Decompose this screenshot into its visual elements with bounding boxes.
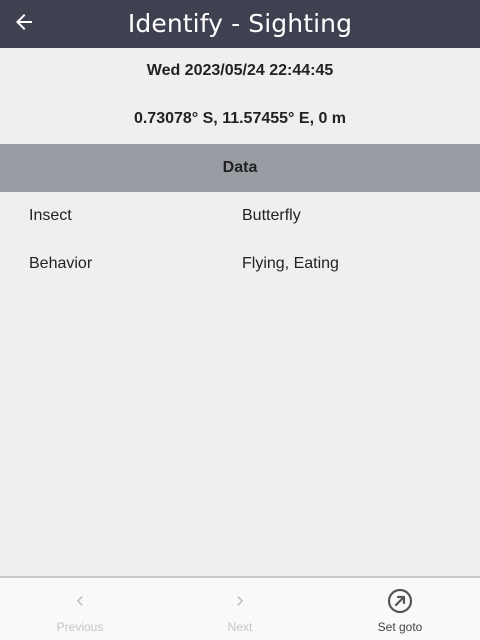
field-value: Butterfly <box>242 207 301 224</box>
field-label: Insect <box>29 207 72 224</box>
page-title: Identify - Sighting <box>127 9 353 38</box>
bottom-navigation: Previous Next Set goto <box>0 576 480 640</box>
circle-arrow-up-right-icon <box>387 588 413 614</box>
next-label: Next <box>227 620 253 634</box>
chevron-left-icon <box>67 588 93 614</box>
sighting-location: 0.73078° S, 11.57455° E, 0 m <box>133 110 347 127</box>
field-label: Behavior <box>29 255 93 272</box>
sighting-datetime: Wed 2023/05/24 22:44:45 <box>146 62 334 79</box>
data-section-header: Data <box>0 144 480 192</box>
field-value: Flying, Eating <box>242 255 339 272</box>
set-goto-button[interactable]: Set goto <box>320 578 480 640</box>
next-button[interactable]: Next <box>160 578 320 640</box>
data-row-behavior: Behavior Flying, Eating <box>0 240 480 288</box>
set-goto-label: Set goto <box>377 620 423 634</box>
chevron-right-icon <box>227 588 253 614</box>
data-fields-list: Insect Butterfly Behavior Flying, Eating <box>0 192 480 288</box>
app-bar: Identify - Sighting <box>0 0 480 48</box>
previous-button[interactable]: Previous <box>0 578 160 640</box>
data-row-insect: Insect Butterfly <box>0 192 480 240</box>
previous-label: Previous <box>56 620 104 634</box>
